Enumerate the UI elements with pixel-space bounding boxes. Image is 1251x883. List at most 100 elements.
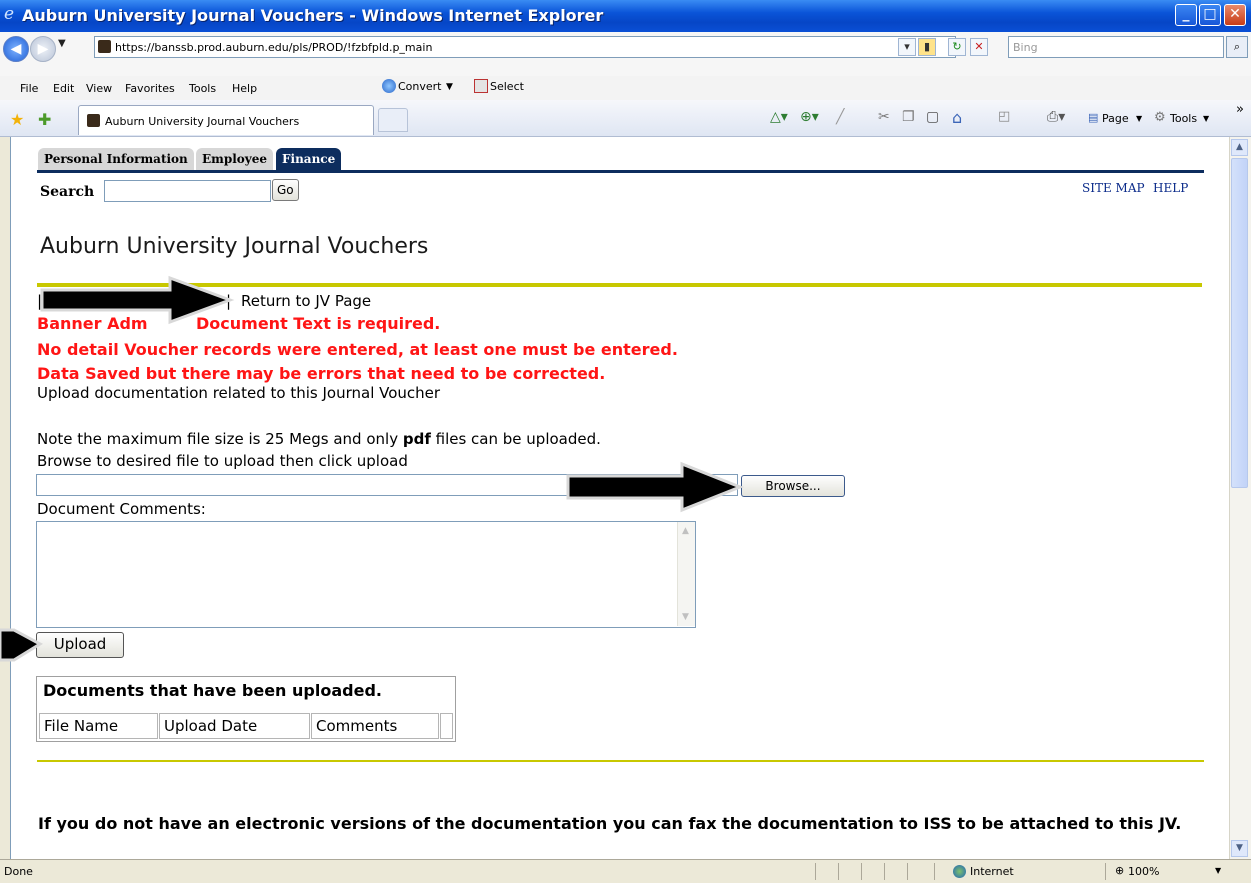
feeds-icon[interactable]: △▾ <box>770 109 788 125</box>
file-size-note-pre: Note the maximum file size is 25 Megs an… <box>37 430 403 448</box>
help-link[interactable]: HELP <box>1153 181 1188 195</box>
menu-help[interactable]: Help <box>232 82 257 95</box>
stop-icon[interactable]: ✕ <box>970 38 988 56</box>
status-bar: Done Internet ⊕ 100% ▼ <box>0 859 1251 883</box>
paste-icon[interactable]: ▢ <box>926 109 939 125</box>
tab-label: Auburn University Journal Vouchers <box>105 115 300 128</box>
status-divider <box>907 863 908 880</box>
browse-instruction: Browse to desired file to upload then cl… <box>37 452 408 470</box>
status-divider <box>838 863 839 880</box>
status-text: Done <box>4 865 33 878</box>
site-map-link[interactable]: SITE MAP <box>1082 181 1145 195</box>
favorites-star-icon[interactable]: ★ <box>10 110 24 129</box>
column-empty <box>440 713 453 739</box>
forward-button[interactable]: ▶ <box>30 36 56 62</box>
select-button[interactable]: Select <box>490 80 524 93</box>
scroll-up-icon[interactable]: ▲ <box>1231 139 1248 156</box>
comments-scroll-up-icon[interactable]: ▲ <box>682 526 689 536</box>
menu-edit[interactable]: Edit <box>53 82 74 95</box>
menu-bar: File Edit View Favorites Tools Help Conv… <box>0 76 1251 101</box>
fax-note: If you do not have an electronic version… <box>38 814 1182 833</box>
zoom-dropdown-icon[interactable]: ▼ <box>1215 866 1221 875</box>
search-engine-input[interactable]: Bing <box>1008 36 1224 58</box>
page-dropdown-icon[interactable]: ▼ <box>1136 114 1142 123</box>
web-slices-icon[interactable]: ⊕▾ <box>800 109 819 125</box>
close-button[interactable]: ✕ <box>1224 4 1246 26</box>
annotation-arrow-nav-icon <box>40 275 235 325</box>
home-icon[interactable]: ⌂ <box>952 108 962 127</box>
convert-button[interactable]: Convert <box>398 80 442 93</box>
window-title: Auburn University Journal Vouchers - Win… <box>22 6 604 25</box>
tab-personal-information[interactable]: Personal Information <box>38 148 194 170</box>
menu-favorites[interactable]: Favorites <box>125 82 175 95</box>
pen-icon[interactable]: ╱ <box>836 109 844 125</box>
browser-tab-active[interactable]: Auburn University Journal Vouchers <box>78 105 374 135</box>
go-button[interactable]: Go <box>272 179 299 201</box>
search-magnifier-icon[interactable]: ⌕ <box>1226 36 1248 58</box>
convert-icon <box>382 79 396 93</box>
ie-logo-icon: e <box>4 4 15 24</box>
annotation-arrow-upload-icon <box>0 628 44 662</box>
recent-pages-dropdown-icon[interactable]: ▼ <box>58 38 66 49</box>
annotation-arrow-browse-icon <box>566 461 744 513</box>
comments-scroll-down-icon[interactable]: ▼ <box>682 612 689 622</box>
document-comments-textarea[interactable] <box>36 521 696 628</box>
uploaded-documents-heading: Documents that have been uploaded. <box>43 681 382 700</box>
error-message-data-saved: Data Saved but there may be errors that … <box>37 364 606 383</box>
browse-button[interactable]: Browse... <box>741 475 845 497</box>
new-tab-button[interactable] <box>378 108 408 132</box>
tab-favicon-icon <box>87 114 100 127</box>
file-size-note: Note the maximum file size is 25 Megs an… <box>37 430 601 448</box>
tools-menu-button[interactable]: Tools <box>1170 112 1197 125</box>
nav-divider <box>37 170 1204 173</box>
lock-icon[interactable]: ▮ <box>918 38 936 56</box>
zoom-level[interactable]: 100% <box>1128 865 1159 878</box>
refresh-icon[interactable]: ↻ <box>948 38 966 56</box>
page-menu-button[interactable]: Page <box>1102 112 1129 125</box>
zoom-icon: ⊕ <box>1115 864 1125 877</box>
maximize-button[interactable]: □ <box>1199 4 1221 26</box>
status-divider <box>861 863 862 880</box>
menu-tools[interactable]: Tools <box>189 82 216 95</box>
site-search-input[interactable] <box>104 180 271 202</box>
scroll-down-icon[interactable]: ▼ <box>1231 840 1248 857</box>
address-field[interactable]: https://banssb.prod.auburn.edu/pls/PROD/… <box>94 36 956 58</box>
tab-employee[interactable]: Employee <box>196 148 274 170</box>
footer-divider <box>37 760 1204 762</box>
file-size-note-post: files can be uploaded. <box>430 430 601 448</box>
menu-view[interactable]: View <box>86 82 112 95</box>
tab-row: ★ ✚ Auburn University Journal Vouchers △… <box>0 100 1251 137</box>
add-favorites-icon[interactable]: ✚ <box>38 110 51 129</box>
internet-globe-icon <box>953 865 966 878</box>
document-comments-label: Document Comments: <box>37 500 206 518</box>
return-to-jv-link[interactable]: Return to JV Page <box>241 292 371 310</box>
file-size-note-bold: pdf <box>402 430 431 448</box>
error-message-no-detail: No detail Voucher records were entered, … <box>37 340 678 359</box>
print-icon[interactable]: ⎙▾ <box>1047 109 1065 125</box>
copy-icon[interactable]: ❐ <box>902 109 915 125</box>
address-url: https://banssb.prod.auburn.edu/pls/PROD/… <box>115 41 433 54</box>
minimize-button[interactable]: _ <box>1175 4 1197 26</box>
column-header-upload-date: Upload Date <box>159 713 310 739</box>
address-dropdown-icon[interactable]: ▾ <box>898 38 916 56</box>
menu-file[interactable]: File <box>20 82 38 95</box>
cut-icon[interactable]: ✂ <box>878 109 890 125</box>
rss-icon[interactable]: ◰ <box>998 109 1010 124</box>
convert-dropdown-icon[interactable]: ▼ <box>446 82 453 92</box>
gear-icon: ⚙ <box>1154 110 1166 125</box>
scrollbar-thumb[interactable] <box>1231 158 1248 488</box>
security-zone[interactable]: Internet <box>970 865 1014 878</box>
upload-button[interactable]: Upload <box>36 632 124 658</box>
tab-finance[interactable]: Finance <box>276 148 342 170</box>
back-button[interactable]: ◀ <box>3 36 29 62</box>
status-divider <box>934 863 935 880</box>
tools-dropdown-icon[interactable]: ▼ <box>1203 114 1209 123</box>
upload-intro-text: Upload documentation related to this Jou… <box>37 384 441 402</box>
site-favicon-icon <box>98 40 111 53</box>
window-title-bar[interactable]: e Auburn University Journal Vouchers - W… <box>0 0 1251 32</box>
uploaded-documents-table: Documents that have been uploaded. File … <box>36 676 456 742</box>
column-header-comments: Comments <box>311 713 439 739</box>
comments-scrollbar[interactable]: ▲ ▼ <box>677 522 695 626</box>
column-header-file-name: File Name <box>39 713 158 739</box>
more-commands-icon[interactable]: » <box>1236 102 1244 117</box>
